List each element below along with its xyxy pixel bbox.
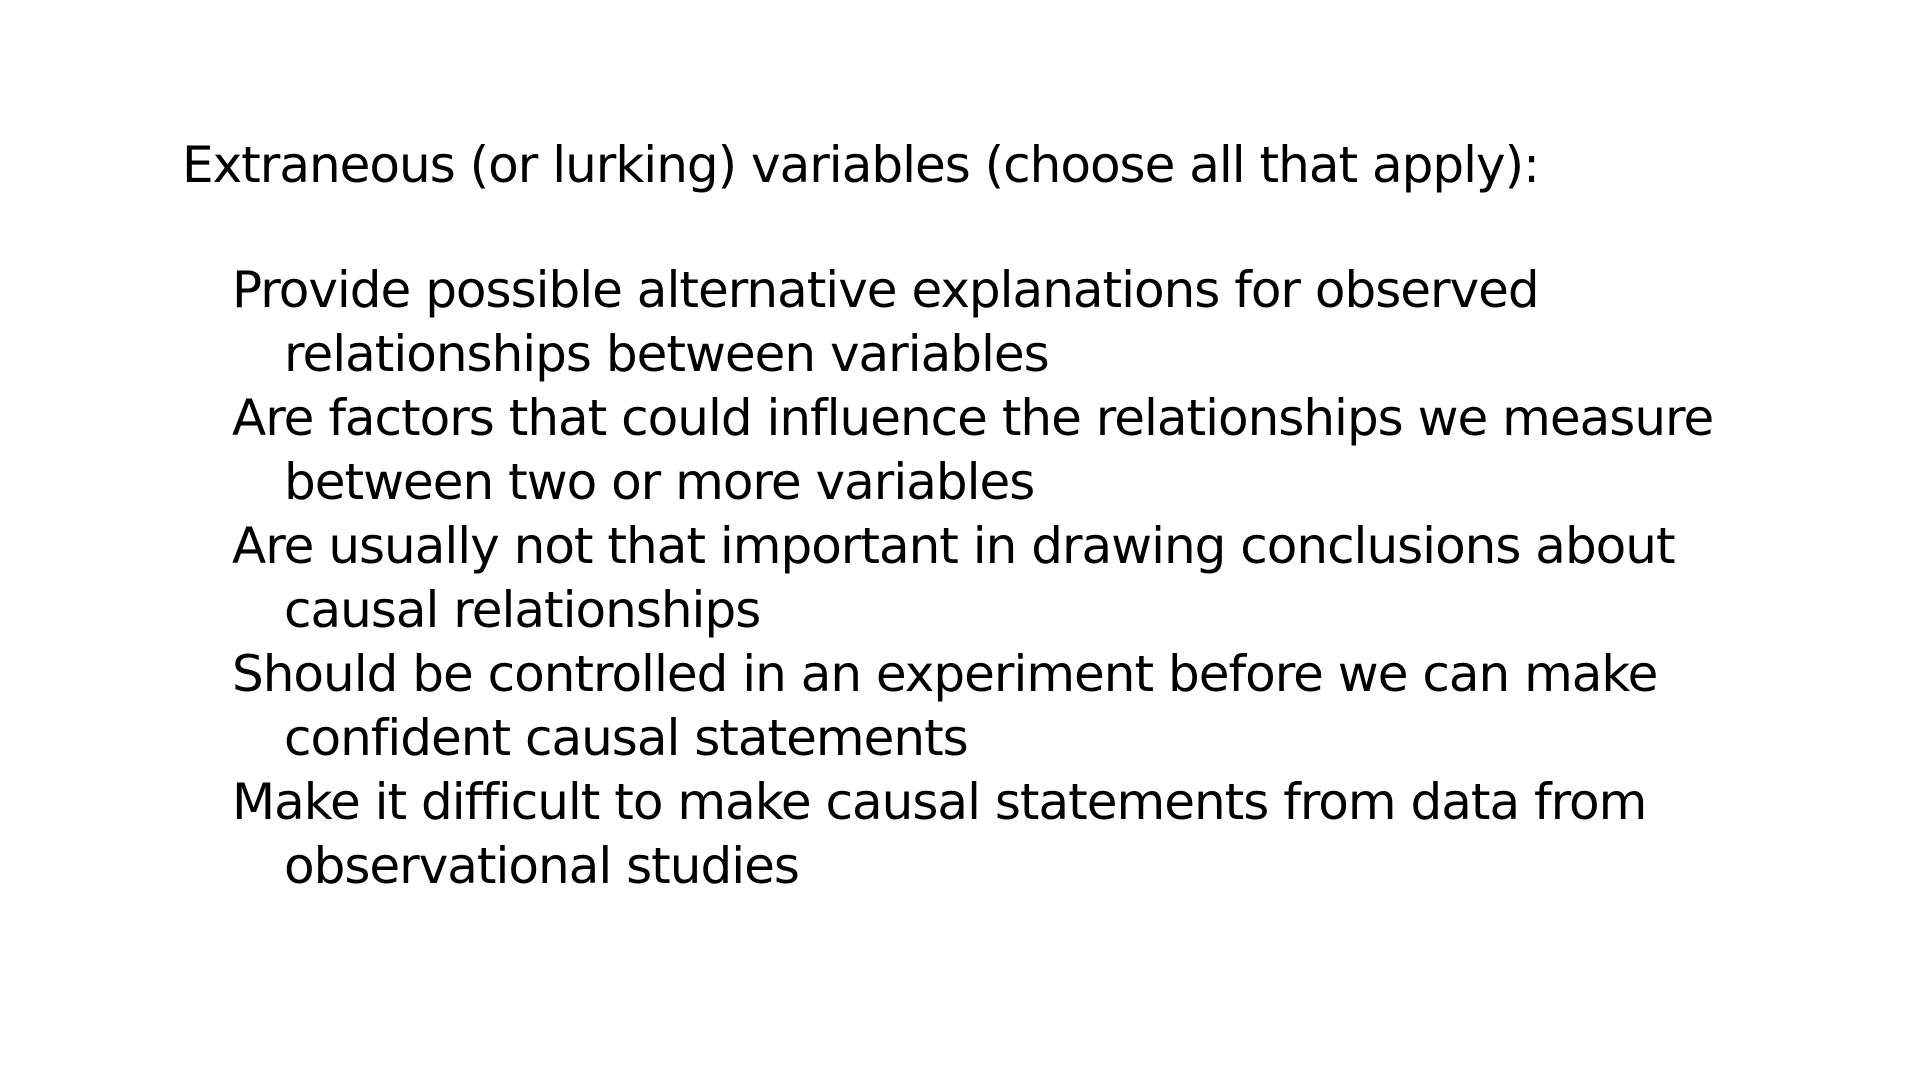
- slide: Extraneous (or lurking) variables (choos…: [0, 0, 1920, 1080]
- answer-option-4[interactable]: Should be controlled in an experiment be…: [232, 642, 1792, 770]
- answer-option-3[interactable]: Are usually not that important in drawin…: [232, 514, 1792, 642]
- question-text: Extraneous (or lurking) variables (choos…: [182, 136, 1540, 194]
- answer-option-5[interactable]: Make it difficult to make causal stateme…: [232, 770, 1792, 898]
- answer-options-list: Provide possible alternative explanation…: [232, 258, 1792, 898]
- answer-option-1[interactable]: Provide possible alternative explanation…: [232, 258, 1792, 386]
- answer-option-2[interactable]: Are factors that could influence the rel…: [232, 386, 1792, 514]
